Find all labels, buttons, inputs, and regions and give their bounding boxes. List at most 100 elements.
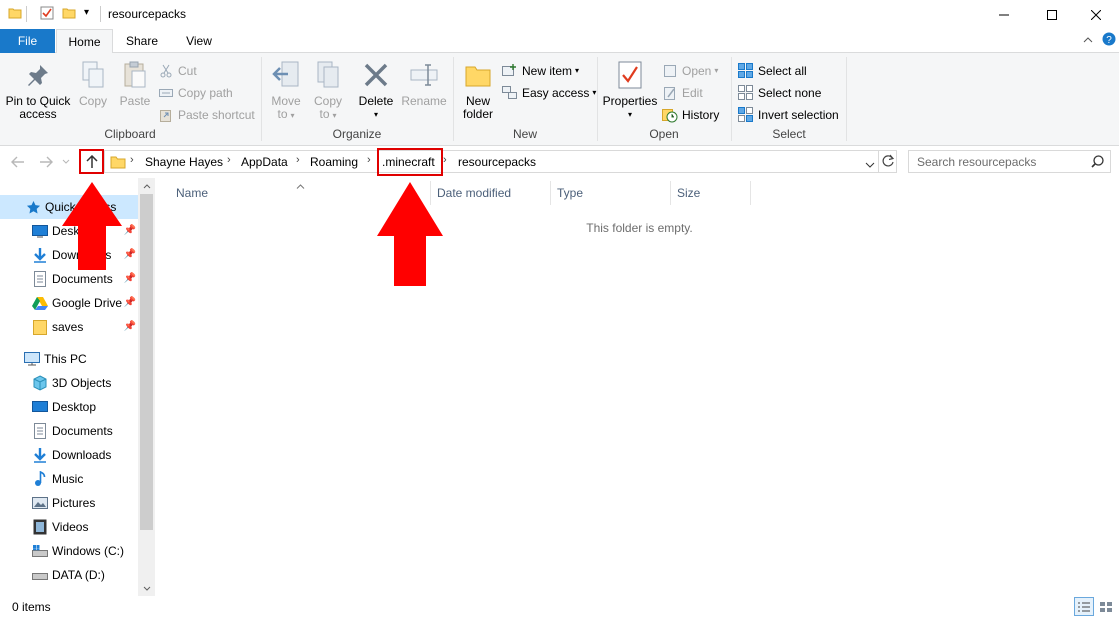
search-icon[interactable] (1091, 155, 1104, 171)
column-header-type[interactable]: Type (557, 186, 583, 200)
pin-to-quick-access-button[interactable]: Pin to Quick access (4, 59, 72, 121)
pin-icon: 📌 (123, 273, 136, 284)
select-none-button[interactable]: Select none (738, 83, 821, 103)
select-all-button[interactable]: Select all (738, 61, 807, 81)
close-button[interactable] (1073, 0, 1119, 29)
clipboard-group: Pin to Quick access Copy Paste Cut Copy … (0, 57, 260, 143)
customize-quick-access-dropdown[interactable]: ▾ (84, 7, 89, 18)
history-icon (662, 107, 678, 123)
breadcrumb-separator[interactable]: › (130, 154, 134, 166)
breadcrumb-separator[interactable]: › (227, 154, 231, 166)
forward-button[interactable] (36, 152, 56, 172)
navigation-bar: › Shayne Hayes › AppData › Roaming › .mi… (0, 146, 1119, 178)
help-icon[interactable]: ? (1102, 32, 1116, 49)
nav-item-pc-desktop[interactable]: Desktop (0, 395, 138, 419)
svg-text:?: ? (1106, 35, 1112, 46)
details-view-icon (1078, 602, 1090, 611)
open-group: Properties ▾ Open ▾ Edit History Open (598, 57, 730, 143)
nav-item-this-pc[interactable]: This PC (0, 347, 138, 371)
properties-quick-icon[interactable] (40, 6, 54, 23)
rename-button[interactable]: Rename (400, 59, 448, 108)
divider[interactable] (550, 181, 551, 205)
ribbon-tabs: File Home Share View ? (0, 29, 1119, 54)
breadcrumb-roaming[interactable]: Roaming (310, 155, 358, 169)
item-count: 0 items (12, 600, 51, 614)
search-input[interactable]: Search resourcepacks (917, 155, 1036, 169)
delete-button[interactable]: Delete ▾ (356, 59, 396, 121)
download-arrow-icon (32, 447, 48, 463)
breadcrumb-separator[interactable]: › (367, 154, 371, 166)
computer-icon (24, 351, 40, 367)
properties-button[interactable]: Properties ▾ (602, 59, 658, 121)
invert-selection-button[interactable]: Invert selection (738, 105, 839, 125)
tab-view[interactable]: View (172, 29, 226, 53)
nav-item-pictures[interactable]: Pictures (0, 491, 138, 515)
copy-button[interactable]: Copy (76, 59, 110, 108)
minimize-button[interactable] (981, 0, 1027, 29)
paste-shortcut-button[interactable]: Paste shortcut (158, 105, 255, 125)
copy-to-icon (312, 59, 344, 91)
edit-button[interactable]: Edit (662, 83, 703, 103)
nav-item-windows-c[interactable]: Windows (C:) (0, 539, 138, 563)
nav-item-pc-downloads[interactable]: Downloads (0, 443, 138, 467)
address-history-dropdown[interactable] (865, 158, 875, 172)
paste-button[interactable]: Paste (116, 59, 154, 108)
new-group: New folder New item ▾ Easy access ▾ New (454, 57, 596, 143)
copy-to-button[interactable]: Copy to ▾ (310, 59, 346, 122)
nav-item-google-drive[interactable]: Google Drive 📌 (0, 291, 138, 315)
address-bar[interactable]: › Shayne Hayes › AppData › Roaming › .mi… (104, 150, 897, 173)
window-title: resourcepacks (108, 7, 187, 21)
easy-access-button[interactable]: Easy access ▾ (502, 83, 596, 103)
details-view-button[interactable] (1074, 597, 1094, 616)
divider[interactable] (670, 181, 671, 205)
select-none-icon (738, 85, 754, 101)
open-button[interactable]: Open ▾ (662, 61, 718, 81)
recent-locations-dropdown[interactable] (60, 152, 72, 172)
nav-item-music[interactable]: Music (0, 467, 138, 491)
breadcrumb-resourcepacks[interactable]: resourcepacks (458, 155, 536, 169)
title-bar: ▾ resourcepacks (0, 0, 1119, 29)
scroll-down-button[interactable] (138, 580, 155, 596)
divider[interactable] (750, 181, 751, 205)
nav-item-data-d[interactable]: DATA (D:) (0, 563, 138, 587)
nav-item-saves[interactable]: saves 📌 (0, 315, 138, 339)
column-header-date-modified[interactable]: Date modified (437, 186, 511, 200)
pin-icon: 📌 (123, 249, 136, 260)
desktop-icon (32, 399, 48, 415)
tab-share[interactable]: Share (114, 29, 170, 53)
red-arrow-up-annotation (62, 182, 122, 270)
move-to-button[interactable]: Move to ▾ (268, 59, 304, 122)
back-button[interactable] (8, 152, 28, 172)
nav-item-videos[interactable]: Videos (0, 515, 138, 539)
new-folder-quick-icon[interactable] (62, 6, 76, 23)
refresh-button[interactable] (881, 154, 895, 171)
column-header-size[interactable]: Size (677, 186, 700, 200)
maximize-button[interactable] (1029, 0, 1075, 29)
large-icons-view-button[interactable] (1096, 597, 1116, 616)
column-header-name[interactable]: Name (176, 186, 208, 200)
clipboard-group-label: Clipboard (104, 127, 156, 141)
breadcrumb-appdata[interactable]: AppData (241, 155, 288, 169)
breadcrumb-shayne-hayes[interactable]: Shayne Hayes (145, 155, 223, 169)
nav-item-pc-documents[interactable]: Documents (0, 419, 138, 443)
scroll-thumb[interactable] (140, 194, 153, 530)
nav-item-3d-objects[interactable]: 3D Objects (0, 371, 138, 395)
new-item-button[interactable]: New item ▾ (502, 61, 579, 81)
scroll-up-button[interactable] (138, 178, 155, 194)
nav-pane-scrollbar[interactable] (138, 178, 155, 596)
search-box[interactable]: Search resourcepacks (908, 150, 1111, 173)
document-icon (32, 423, 48, 439)
edit-icon (662, 85, 678, 101)
tab-home[interactable]: Home (56, 29, 113, 54)
collapse-ribbon-icon[interactable] (1083, 33, 1093, 47)
copy-path-button[interactable]: Copy path (158, 83, 233, 103)
tab-file[interactable]: File (0, 29, 55, 53)
file-list[interactable]: Name Date modified Type Size This folder… (160, 178, 1119, 596)
cut-button[interactable]: Cut (158, 61, 197, 81)
breadcrumb-separator[interactable]: › (443, 154, 447, 166)
breadcrumb-separator[interactable]: › (296, 154, 300, 166)
new-folder-button[interactable]: New folder (458, 59, 498, 121)
document-icon (32, 271, 48, 287)
delete-icon (360, 59, 392, 91)
history-button[interactable]: History (662, 105, 719, 125)
